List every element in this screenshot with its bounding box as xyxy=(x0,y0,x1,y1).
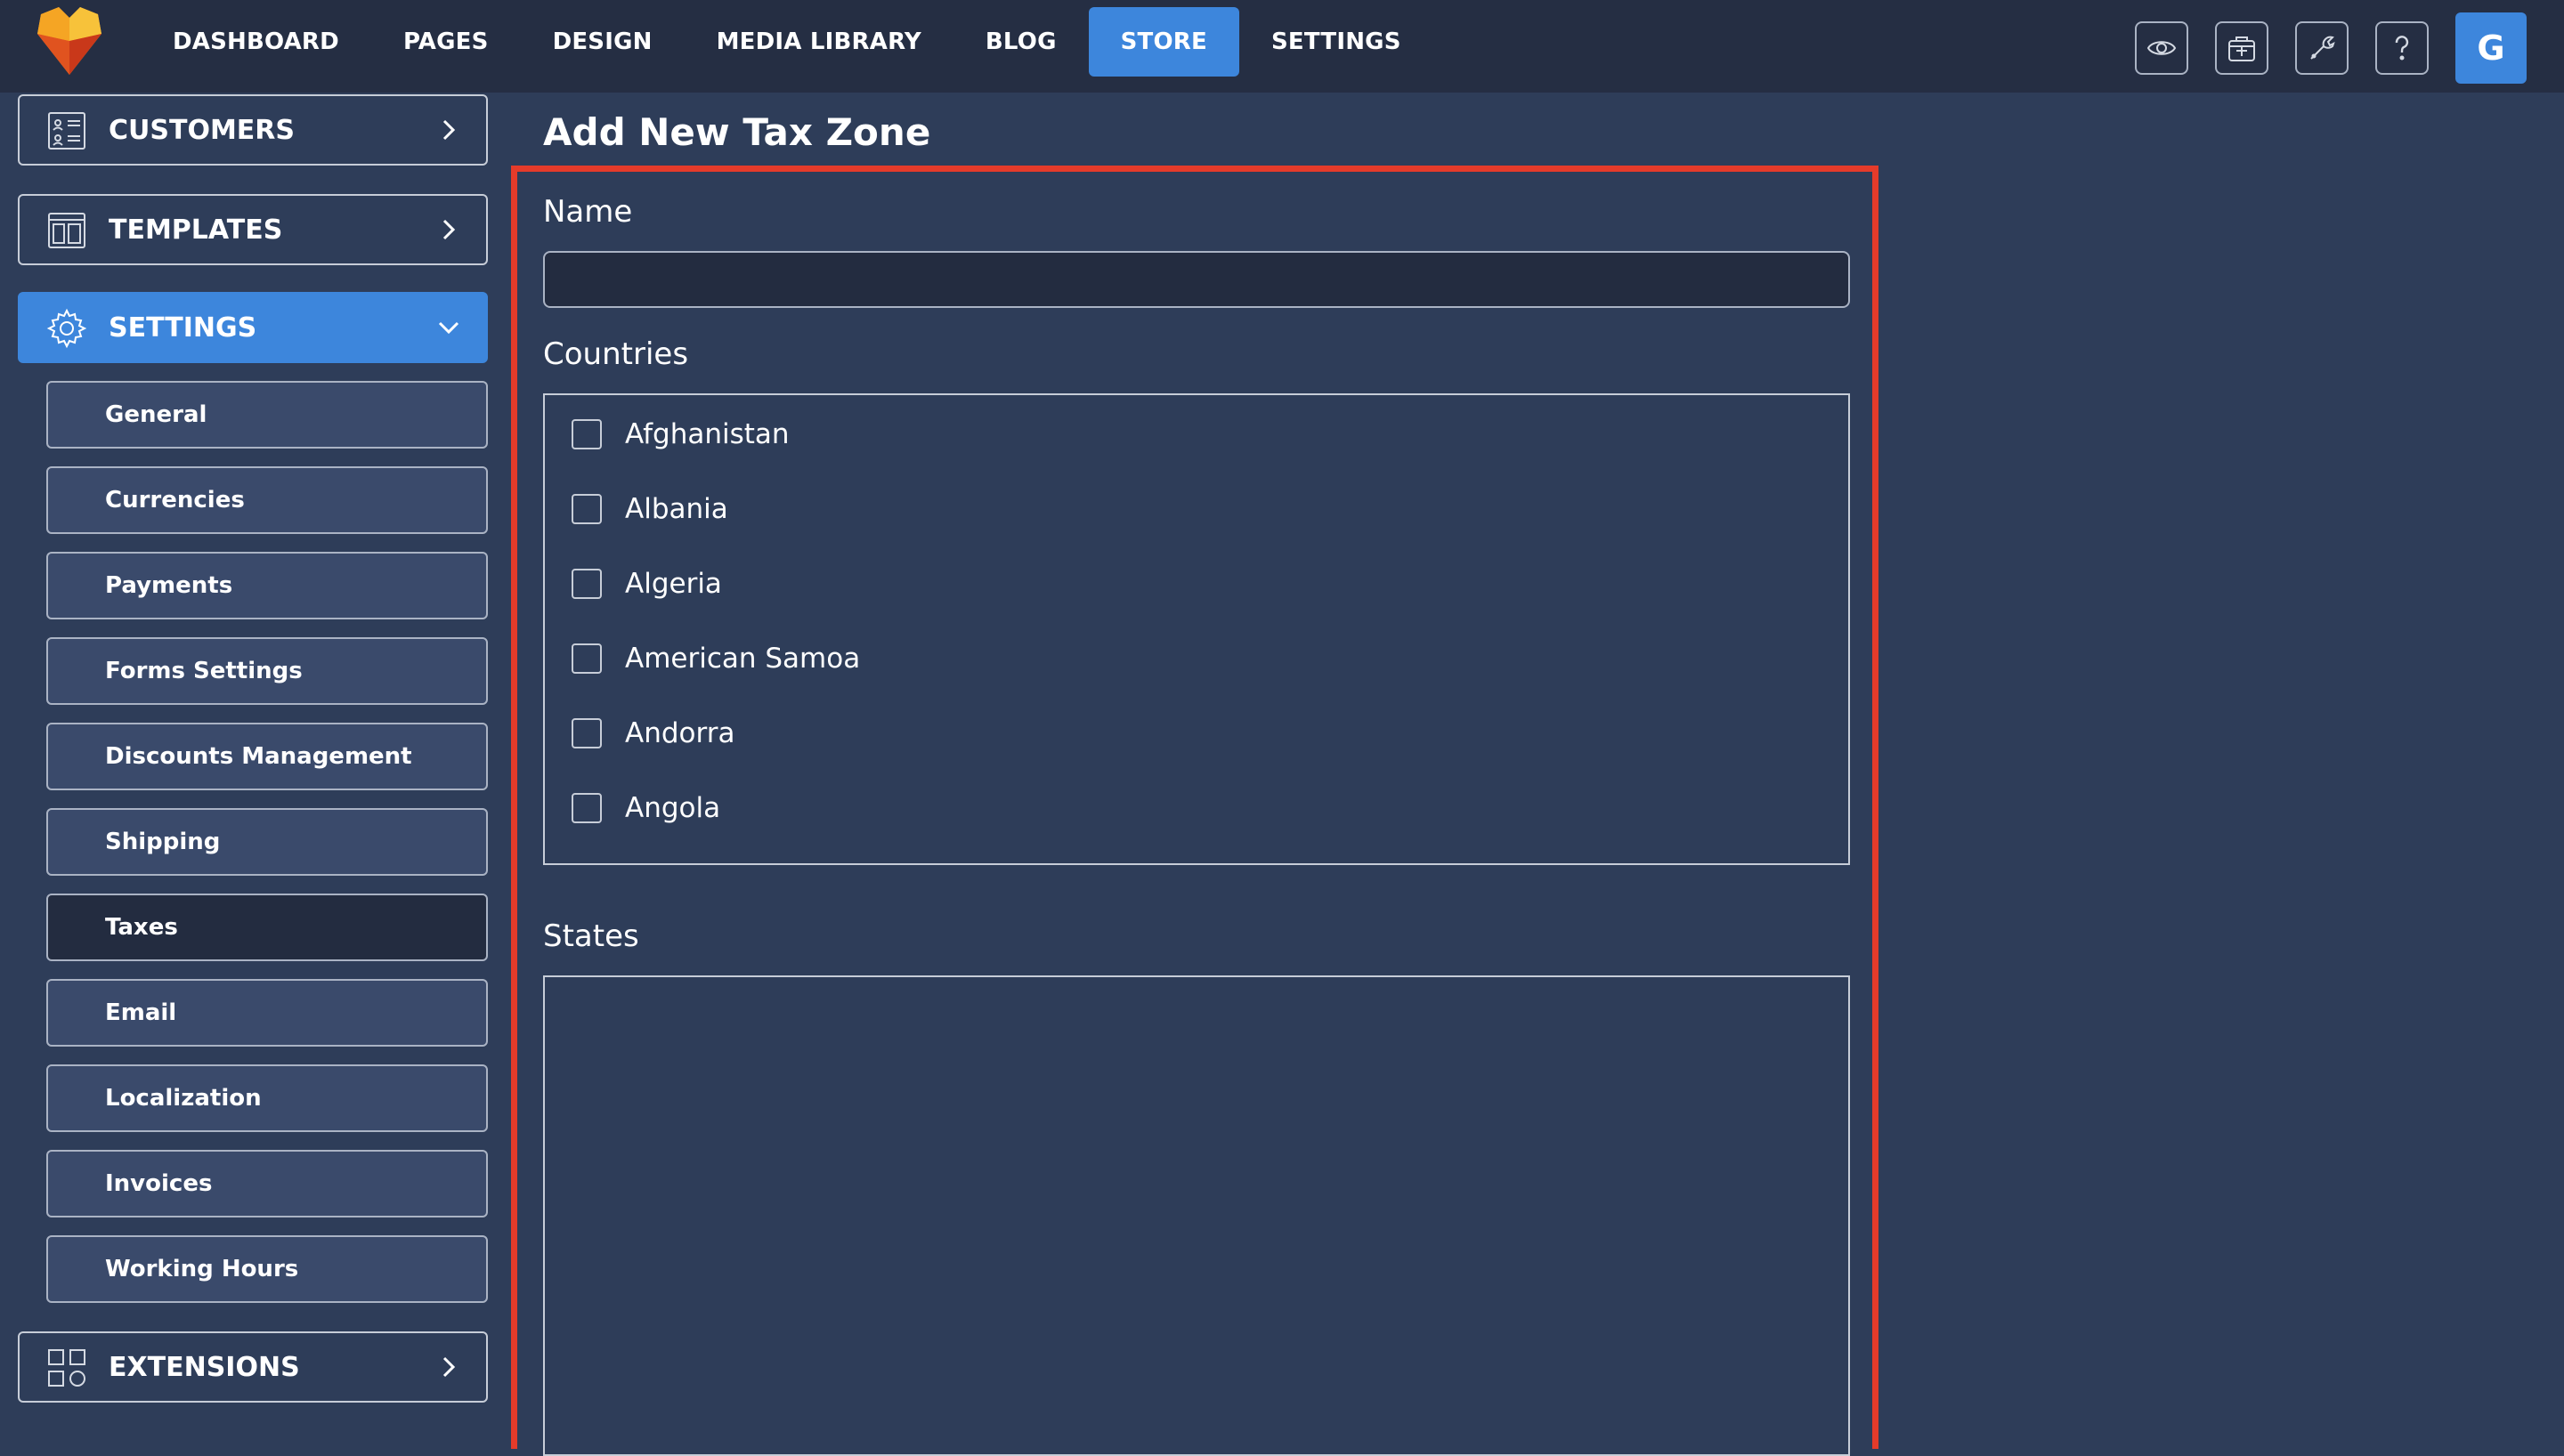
settings-item-email[interactable]: Email xyxy=(46,979,488,1047)
country-label: Andorra xyxy=(625,717,735,749)
settings-item-localization[interactable]: Localization xyxy=(46,1064,488,1132)
sidebar-section-label: EXTENSIONS xyxy=(109,1351,300,1383)
country-label: Afghanistan xyxy=(625,418,790,450)
settings-item-taxes[interactable]: Taxes xyxy=(46,894,488,961)
country-option[interactable]: Angola xyxy=(572,790,720,826)
country-option[interactable]: Andorra xyxy=(572,716,734,751)
sidebar-section-templates[interactable]: TEMPLATES xyxy=(18,194,488,265)
nav-pages[interactable]: PAGES xyxy=(371,7,521,77)
country-label: Algeria xyxy=(625,568,722,600)
tools-button[interactable] xyxy=(2295,21,2349,75)
briefcase-add-icon xyxy=(2228,36,2255,61)
customer-card-icon xyxy=(48,112,85,150)
country-label: Angola xyxy=(625,792,721,824)
country-label: American Samoa xyxy=(625,643,861,675)
settings-item-currencies[interactable]: Currencies xyxy=(46,466,488,534)
chevron-right-icon xyxy=(442,119,456,141)
sidebar-section-extensions[interactable]: EXTENSIONS xyxy=(18,1331,488,1403)
settings-item-shipping[interactable]: Shipping xyxy=(46,808,488,876)
settings-item-invoices[interactable]: Invoices xyxy=(46,1150,488,1217)
countries-label: Countries xyxy=(543,336,689,372)
name-label: Name xyxy=(543,194,633,230)
sidebar-section-label: TEMPLATES xyxy=(109,214,283,246)
logo-icon[interactable] xyxy=(32,5,107,77)
states-label: States xyxy=(543,918,639,954)
name-input[interactable] xyxy=(543,251,1850,308)
preview-button[interactable] xyxy=(2135,21,2188,75)
sidebar-section-label: CUSTOMERS xyxy=(109,114,296,146)
eye-icon xyxy=(2146,41,2177,55)
nav-design[interactable]: DESIGN xyxy=(521,7,685,77)
settings-item-forms-settings[interactable]: Forms Settings xyxy=(46,637,488,705)
country-option[interactable]: Afghanistan xyxy=(572,417,790,452)
sidebar-section-settings[interactable]: SETTINGS xyxy=(18,292,488,363)
checkbox[interactable] xyxy=(572,718,602,748)
toolbar: G xyxy=(2135,12,2527,84)
wrench-icon xyxy=(2310,36,2335,60)
nav-blog[interactable]: BLOG xyxy=(953,7,1089,77)
checkbox[interactable] xyxy=(572,494,602,524)
settings-item-payments[interactable]: Payments xyxy=(46,552,488,619)
country-option[interactable]: Albania xyxy=(572,491,728,527)
nav-settings[interactable]: SETTINGS xyxy=(1239,7,1433,77)
extensions-grid-icon xyxy=(48,1349,85,1387)
sidebar: CUSTOMERS TEMPLATES SETTINGS General Cur… xyxy=(0,93,499,1449)
template-icon xyxy=(48,213,85,248)
nav-store[interactable]: STORE xyxy=(1088,7,1239,77)
settings-item-general[interactable]: General xyxy=(46,381,488,449)
sidebar-section-customers[interactable]: CUSTOMERS xyxy=(18,94,488,166)
settings-item-discounts-management[interactable]: Discounts Management xyxy=(46,723,488,790)
main-nav: DASHBOARD PAGES DESIGN MEDIA LIBRARY BLO… xyxy=(141,7,1433,77)
question-icon xyxy=(2395,36,2409,61)
country-option[interactable]: Algeria xyxy=(572,566,722,602)
chevron-right-icon xyxy=(442,219,456,240)
top-navigation-bar: DASHBOARD PAGES DESIGN MEDIA LIBRARY BLO… xyxy=(0,0,2564,93)
chevron-right-icon xyxy=(442,1356,456,1378)
settings-item-working-hours[interactable]: Working Hours xyxy=(46,1235,488,1303)
sidebar-section-label: SETTINGS xyxy=(109,311,257,344)
store-add-button[interactable] xyxy=(2215,21,2268,75)
checkbox[interactable] xyxy=(572,793,602,823)
help-button[interactable] xyxy=(2375,21,2429,75)
checkbox[interactable] xyxy=(572,643,602,674)
states-list[interactable] xyxy=(543,975,1850,1456)
chevron-down-icon xyxy=(438,321,459,335)
user-avatar[interactable]: G xyxy=(2455,12,2527,84)
countries-list[interactable]: Afghanistan Albania Algeria American Sam… xyxy=(543,393,1850,865)
page-title: Add New Tax Zone xyxy=(543,110,931,154)
checkbox[interactable] xyxy=(572,419,602,449)
nav-media-library[interactable]: MEDIA LIBRARY xyxy=(685,7,953,77)
gear-icon xyxy=(46,308,87,349)
nav-dashboard[interactable]: DASHBOARD xyxy=(141,7,371,77)
country-option[interactable]: American Samoa xyxy=(572,641,860,676)
country-label: Albania xyxy=(625,493,728,525)
checkbox[interactable] xyxy=(572,569,602,599)
